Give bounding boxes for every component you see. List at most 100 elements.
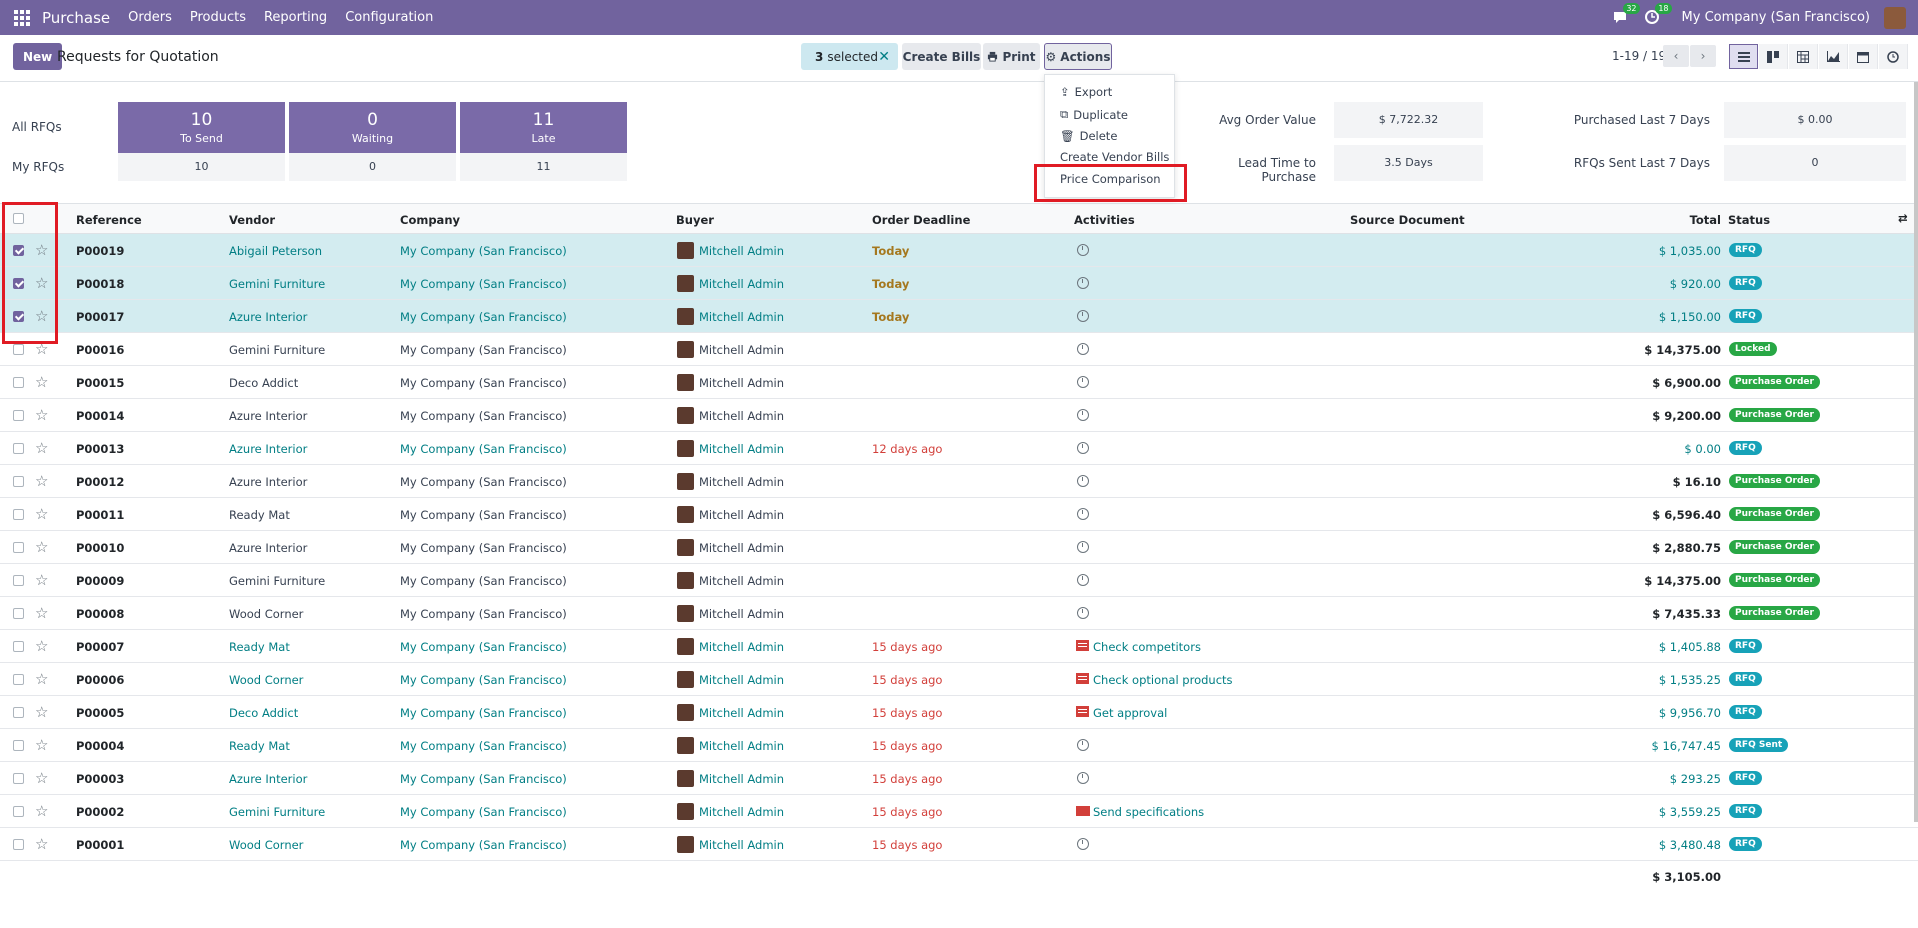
row-checkbox[interactable]: [13, 839, 24, 850]
table-row[interactable]: ☆ P00004 Ready Mat My Company (San Francisc…: [0, 729, 1918, 762]
activity-clock-icon[interactable]: [1077, 343, 1089, 355]
table-row[interactable]: ☆ P00019 Abigail Peterson My Company (San F…: [0, 234, 1918, 267]
table-row[interactable]: ☆ P00013 Azure Interior My Company (San Fra…: [0, 432, 1918, 465]
table-row[interactable]: ☆ P00007 Ready Mat My Company (San Francisc…: [0, 630, 1918, 663]
activity-clock-icon[interactable]: [1077, 475, 1089, 487]
my-late[interactable]: 11: [460, 153, 627, 181]
table-row[interactable]: ☆ P00006 Wood Corner My Company (San Franci…: [0, 663, 1918, 696]
calendar-view-button[interactable]: [1849, 44, 1878, 69]
table-row[interactable]: ☆ P00009 Gemini Furniture My Company (San F…: [0, 564, 1918, 597]
column-settings-icon[interactable]: ⇄: [1898, 211, 1908, 225]
col-source-document[interactable]: Source Document: [1350, 213, 1465, 227]
row-checkbox[interactable]: [13, 674, 24, 685]
pivot-view-button[interactable]: [1789, 44, 1818, 69]
activity-clock-icon[interactable]: [1077, 244, 1089, 256]
row-checkbox[interactable]: [13, 608, 24, 619]
star-icon[interactable]: ☆: [35, 802, 48, 820]
table-row[interactable]: ☆ P00014 Azure Interior My Company (San Fra…: [0, 399, 1918, 432]
star-icon[interactable]: ☆: [35, 538, 48, 556]
row-checkbox[interactable]: [13, 476, 24, 487]
menu-reporting[interactable]: Reporting: [264, 10, 327, 25]
table-row[interactable]: ☆ P00005 Deco Addict My Company (San Franci…: [0, 696, 1918, 729]
star-icon[interactable]: ☆: [35, 736, 48, 754]
table-row[interactable]: ☆ P00002 Gemini Furniture My Company (San F…: [0, 795, 1918, 828]
row-checkbox[interactable]: [13, 410, 24, 421]
star-icon[interactable]: ☆: [35, 505, 48, 523]
create-vendor-bills-menu-item[interactable]: Create Vendor Bills: [1060, 150, 1169, 164]
clear-selection-icon[interactable]: ✕: [878, 49, 890, 65]
row-checkbox[interactable]: [13, 806, 24, 817]
star-icon[interactable]: ☆: [35, 472, 48, 490]
col-vendor[interactable]: Vendor: [229, 213, 275, 227]
print-button[interactable]: Print: [983, 43, 1040, 70]
table-row[interactable]: ☆ P00016 Gemini Furniture My Company (San F…: [0, 333, 1918, 366]
row-checkbox[interactable]: [13, 344, 24, 355]
activity-clock-icon[interactable]: [1077, 607, 1089, 619]
pager-next-button[interactable]: ›: [1690, 45, 1716, 67]
row-checkbox[interactable]: [13, 641, 24, 652]
table-row[interactable]: ☆ P00018 Gemini Furniture My Company (San F…: [0, 267, 1918, 300]
col-status[interactable]: Status: [1728, 213, 1770, 227]
table-row[interactable]: ☆ P00012 Azure Interior My Company (San Fra…: [0, 465, 1918, 498]
activity-clock-icon[interactable]: [1077, 277, 1089, 289]
tile-late[interactable]: 11 Late: [460, 102, 627, 153]
star-icon[interactable]: ☆: [35, 835, 48, 853]
row-checkbox[interactable]: [13, 707, 24, 718]
row-checkbox[interactable]: [13, 575, 24, 586]
row-checkbox[interactable]: [13, 443, 24, 454]
table-row[interactable]: ☆ P00010 Azure Interior My Company (San Fra…: [0, 531, 1918, 564]
table-row[interactable]: ☆ P00001 Wood Corner My Company (San Franci…: [0, 828, 1918, 861]
my-waiting[interactable]: 0: [289, 153, 456, 181]
activity-clock-icon[interactable]: [1077, 574, 1089, 586]
col-company[interactable]: Company: [400, 213, 460, 227]
vertical-scrollbar[interactable]: [1914, 82, 1918, 822]
chat-icon[interactable]: 32: [1612, 2, 1640, 27]
activity-clock-icon[interactable]: 18: [1644, 2, 1672, 27]
tile-waiting[interactable]: 0 Waiting: [289, 102, 456, 153]
star-icon[interactable]: ☆: [35, 703, 48, 721]
star-icon[interactable]: ☆: [35, 637, 48, 655]
activity-clock-icon[interactable]: [1077, 376, 1089, 388]
star-icon[interactable]: ☆: [35, 670, 48, 688]
activity-clock-icon[interactable]: [1077, 739, 1089, 751]
export-menu-item[interactable]: ⇪ Export: [1060, 85, 1112, 99]
tile-to-send[interactable]: 10 To Send: [118, 102, 285, 153]
col-total[interactable]: Total: [1690, 213, 1721, 227]
app-name[interactable]: Purchase: [42, 9, 110, 27]
list-view-button[interactable]: [1729, 44, 1758, 69]
delete-menu-item[interactable]: 🗑 Delete: [1060, 129, 1117, 143]
star-icon[interactable]: ☆: [35, 604, 48, 622]
table-row[interactable]: ☆ P00011 Ready Mat My Company (San Francisc…: [0, 498, 1918, 531]
activity-clock-icon[interactable]: [1077, 442, 1089, 454]
star-icon[interactable]: ☆: [35, 439, 48, 457]
company-switcher[interactable]: My Company (San Francisco): [1682, 10, 1870, 25]
activity-summary[interactable]: Check competitors: [1093, 640, 1201, 654]
pager-previous-button[interactable]: ‹: [1663, 45, 1689, 67]
star-icon[interactable]: ☆: [35, 373, 48, 391]
create-bills-button[interactable]: Create Bills: [902, 43, 981, 70]
kanban-view-button[interactable]: [1759, 44, 1788, 69]
new-button[interactable]: New: [13, 43, 63, 70]
menu-products[interactable]: Products: [190, 10, 246, 25]
activity-clock-icon[interactable]: [1077, 541, 1089, 553]
apps-menu-icon[interactable]: [14, 9, 30, 26]
menu-orders[interactable]: Orders: [128, 10, 172, 25]
activity-clock-icon[interactable]: [1077, 508, 1089, 520]
actions-button[interactable]: ⚙ Actions: [1044, 43, 1112, 70]
activity-clock-icon[interactable]: [1077, 772, 1089, 784]
activity-view-button[interactable]: [1879, 44, 1908, 69]
user-avatar[interactable]: [1884, 6, 1906, 29]
duplicate-menu-item[interactable]: ⧉ Duplicate: [1060, 107, 1128, 122]
col-buyer[interactable]: Buyer: [676, 213, 714, 227]
col-activities[interactable]: Activities: [1074, 213, 1135, 227]
star-icon[interactable]: ☆: [35, 769, 48, 787]
my-to-send[interactable]: 10: [118, 153, 285, 181]
row-checkbox[interactable]: [13, 509, 24, 520]
row-checkbox[interactable]: [13, 377, 24, 388]
activity-clock-icon[interactable]: [1077, 409, 1089, 421]
activity-summary[interactable]: Get approval: [1093, 706, 1167, 720]
col-reference[interactable]: Reference: [76, 213, 142, 227]
menu-configuration[interactable]: Configuration: [345, 10, 433, 25]
row-checkbox[interactable]: [13, 740, 24, 751]
activity-clock-icon[interactable]: [1077, 838, 1089, 850]
